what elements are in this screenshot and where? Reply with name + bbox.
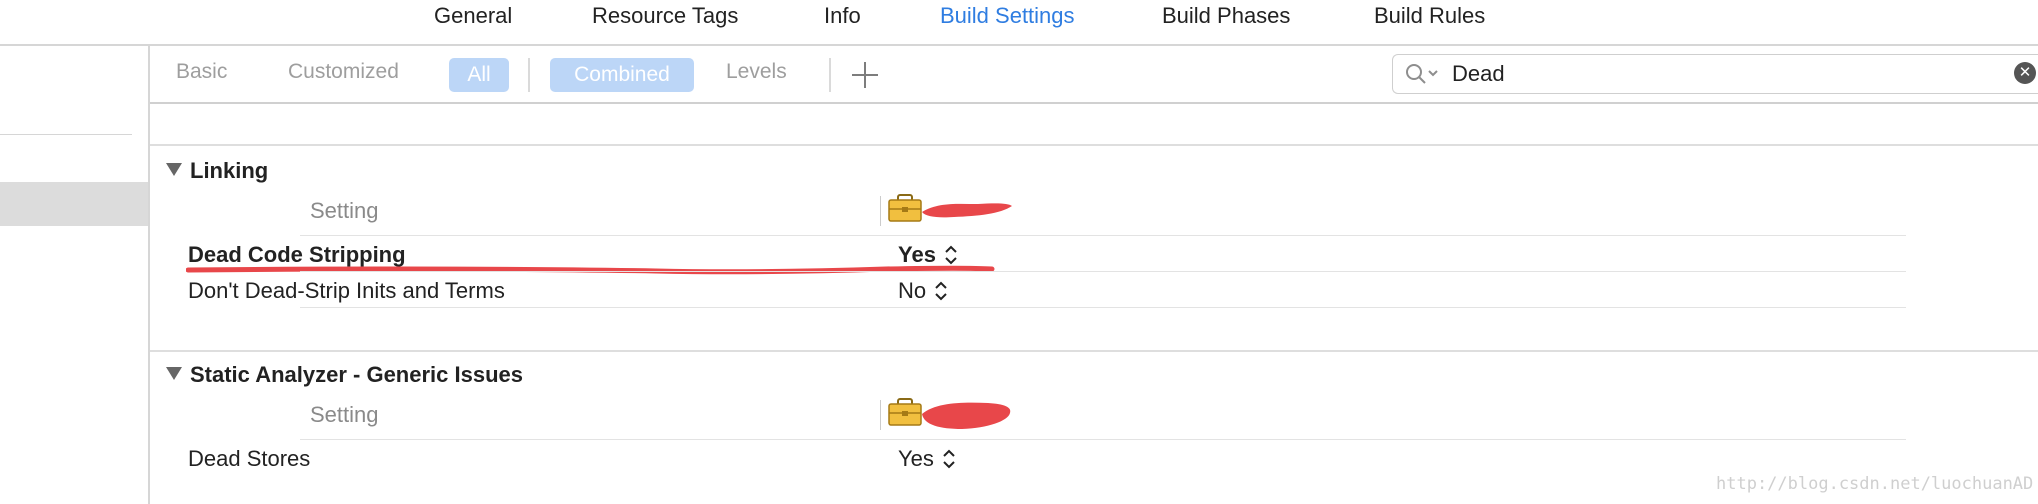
row-separator [300, 271, 1906, 272]
setting-name-dont-dead-strip-inits: Don't Dead-Strip Inits and Terms [188, 278, 505, 303]
setting-value-dont-dead-strip-inits[interactable]: No [898, 278, 926, 304]
row-separator [300, 235, 1906, 236]
search-icon[interactable] [1404, 62, 1444, 86]
stepper-icon[interactable] [942, 448, 956, 470]
column-divider [880, 196, 881, 226]
plus-icon[interactable] [852, 58, 878, 92]
setting-name-dead-stores: Dead Stores [188, 446, 311, 471]
search-input[interactable]: Dead [1452, 61, 1505, 87]
filter-levels[interactable]: Levels [726, 60, 787, 84]
redaction-mark [922, 203, 1012, 218]
watermark-text: http://blog.csdn.net/luochuanAD [1716, 474, 2034, 494]
filter-customized[interactable]: Customized [288, 60, 399, 84]
column-divider [880, 400, 881, 430]
disclosure-triangle-icon[interactable] [166, 163, 182, 176]
section-title-linking: Linking [190, 158, 269, 183]
sidebar-divider [0, 134, 132, 135]
filter-separator [829, 58, 831, 92]
column-header-setting: Setting [310, 198, 379, 223]
tab-build-rules[interactable]: Build Rules [1374, 3, 1485, 29]
column-header-setting: Setting [310, 402, 379, 427]
annotation-underline [186, 265, 995, 275]
clear-icon[interactable]: ✕ [2014, 62, 2036, 84]
redaction-mark [922, 402, 1011, 429]
tab-info[interactable]: Info [824, 3, 861, 29]
content-divider [150, 144, 2038, 146]
stepper-icon[interactable] [934, 280, 948, 302]
section-title-static-analyzer: Static Analyzer - Generic Issues [190, 362, 523, 387]
filter-separator [528, 58, 530, 92]
section-divider [150, 350, 2038, 352]
tab-general[interactable]: General [434, 3, 512, 29]
filter-combined[interactable]: Combined [550, 58, 694, 92]
disclosure-triangle-icon[interactable] [166, 367, 182, 380]
setting-value-dead-stores[interactable]: Yes [898, 446, 934, 472]
filter-all[interactable]: All [449, 58, 509, 92]
row-separator [300, 439, 1906, 440]
filter-basic[interactable]: Basic [176, 60, 227, 84]
toolbox-icon [888, 194, 922, 222]
toolbox-icon [888, 398, 922, 426]
tab-resource-tags[interactable]: Resource Tags [592, 3, 738, 29]
row-separator [300, 307, 1906, 308]
tab-build-phases[interactable]: Build Phases [1162, 3, 1290, 29]
tab-build-settings[interactable]: Build Settings [940, 3, 1075, 29]
target-sidebar [0, 46, 150, 504]
sidebar-selected-item[interactable] [0, 182, 148, 226]
